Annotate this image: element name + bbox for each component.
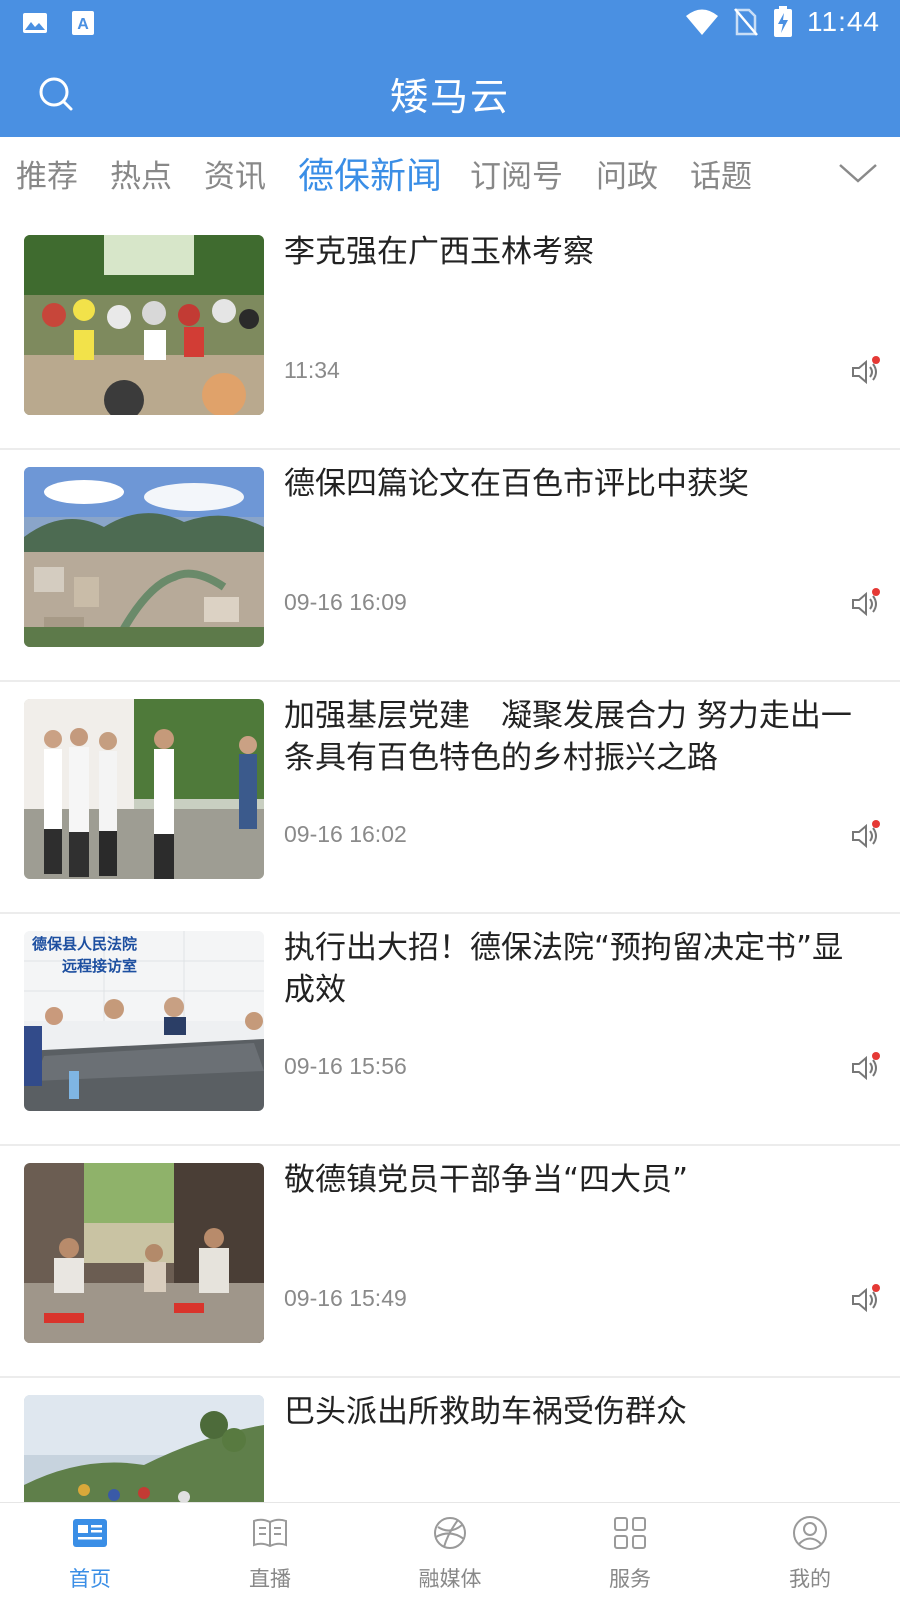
listen-button[interactable] [850,819,882,853]
listen-button[interactable] [850,355,882,389]
news-thumbnail [24,1163,264,1343]
news-thumbnail [24,1395,264,1515]
listen-button[interactable] [850,1283,882,1317]
news-title: 李克强在广西玉林考察 [284,234,594,270]
header: 矮马云 [0,50,900,137]
nav-services[interactable]: 服务 [540,1503,720,1600]
speaker-icon [852,820,880,849]
news-thumbnail [24,699,264,879]
svg-text:A: A [77,16,89,33]
bottom-nav: 首页 直播 融媒体 服务 我的 [0,1502,900,1600]
expand-tabs-button[interactable] [836,155,880,191]
news-title: 加强基层党建 凝聚发展合力 努力走出一条具有百色特色的乡村振兴之路 [284,698,852,776]
news-time: 09-16 16:02 [284,821,407,847]
wifi-icon [686,9,718,35]
nav-media[interactable]: 融媒体 [360,1503,540,1600]
court-sign-text: 德保县人民法院 [32,935,137,953]
news-item[interactable]: 德保县人民法院 远程接访室 执行出大招！德保法院“预拘留决定书”显成效 09-1… [0,909,900,1146]
news-time: 09-16 16:09 [284,589,407,615]
tab-info[interactable]: 资讯 [204,151,266,196]
nav-label: 直播 [249,1567,291,1591]
a-icon: A [72,11,94,35]
gallery-icon [23,13,47,33]
battery-charging-icon [774,6,792,37]
news-item[interactable]: 加强基层党建 凝聚发展合力 努力走出一条具有百色特色的乡村振兴之路 09-16 … [0,677,900,914]
news-item[interactable]: 敬德镇党员干部争当“四大员” 09-16 15:49 [0,1141,900,1378]
news-title: 巴头派出所救助车祸受伤群众 [284,1394,687,1430]
book-icon [253,1518,287,1548]
tab-recommend[interactable]: 推荐 [16,151,78,196]
nav-profile[interactable]: 我的 [720,1503,900,1600]
nav-live[interactable]: 直播 [180,1503,360,1600]
nav-label: 融媒体 [418,1567,482,1591]
nav-label: 我的 [789,1567,831,1591]
status-bar: A 11:44 [0,0,900,50]
news-title: 执行出大招！德保法院“预拘留决定书”显成效 [284,930,844,1008]
news-title: 敬德镇党员干部争当“四大员” [284,1162,689,1198]
chevron-down-icon [839,164,877,183]
listen-button[interactable] [850,587,882,621]
channel-tabs: 推荐 热点 资讯 德保新闻 订阅号 问政 话题 [0,137,900,213]
news-icon [73,1519,107,1547]
tab-hot[interactable]: 热点 [110,151,172,196]
speaker-icon [852,356,880,385]
grid-icon [614,1517,646,1549]
speaker-icon [852,1052,880,1081]
nav-home[interactable]: 首页 [0,1503,180,1600]
news-title: 德保四篇论文在百色市评比中获奖 [284,466,749,502]
tab-subscriptions[interactable]: 订阅号 [470,151,563,196]
top-bar: A 11:44 矮马云 [0,0,900,137]
news-thumbnail [24,467,264,647]
user-icon [793,1516,827,1550]
news-item[interactable]: 德保四篇论文在百色市评比中获奖 09-16 16:09 [0,445,900,682]
news-thumbnail [24,235,264,415]
globe-icon [434,1517,466,1549]
news-time: 09-16 15:56 [284,1053,407,1079]
listen-button[interactable] [850,1051,882,1085]
news-time: 09-16 15:49 [284,1285,407,1311]
status-time: 11:44 [807,6,880,37]
news-item[interactable]: 巴头派出所救助车祸受伤群众 [0,1373,900,1515]
news-time: 11:34 [284,357,340,383]
news-item[interactable]: 李克强在广西玉林考察 11:34 [0,213,900,450]
news-thumbnail: 德保县人民法院 远程接访室 [24,931,264,1111]
speaker-icon [852,588,880,617]
no-sim-icon [734,8,758,36]
nav-label: 首页 [69,1567,111,1591]
court-sign-sub-text: 远程接访室 [62,957,137,975]
nav-label: 服务 [609,1567,651,1591]
speaker-icon [852,1284,880,1313]
tab-debao-news[interactable]: 德保新闻 [298,147,442,199]
app-title: 矮马云 [389,75,510,119]
tab-topics[interactable]: 话题 [690,151,752,196]
tab-inquiry[interactable]: 问政 [596,151,658,196]
